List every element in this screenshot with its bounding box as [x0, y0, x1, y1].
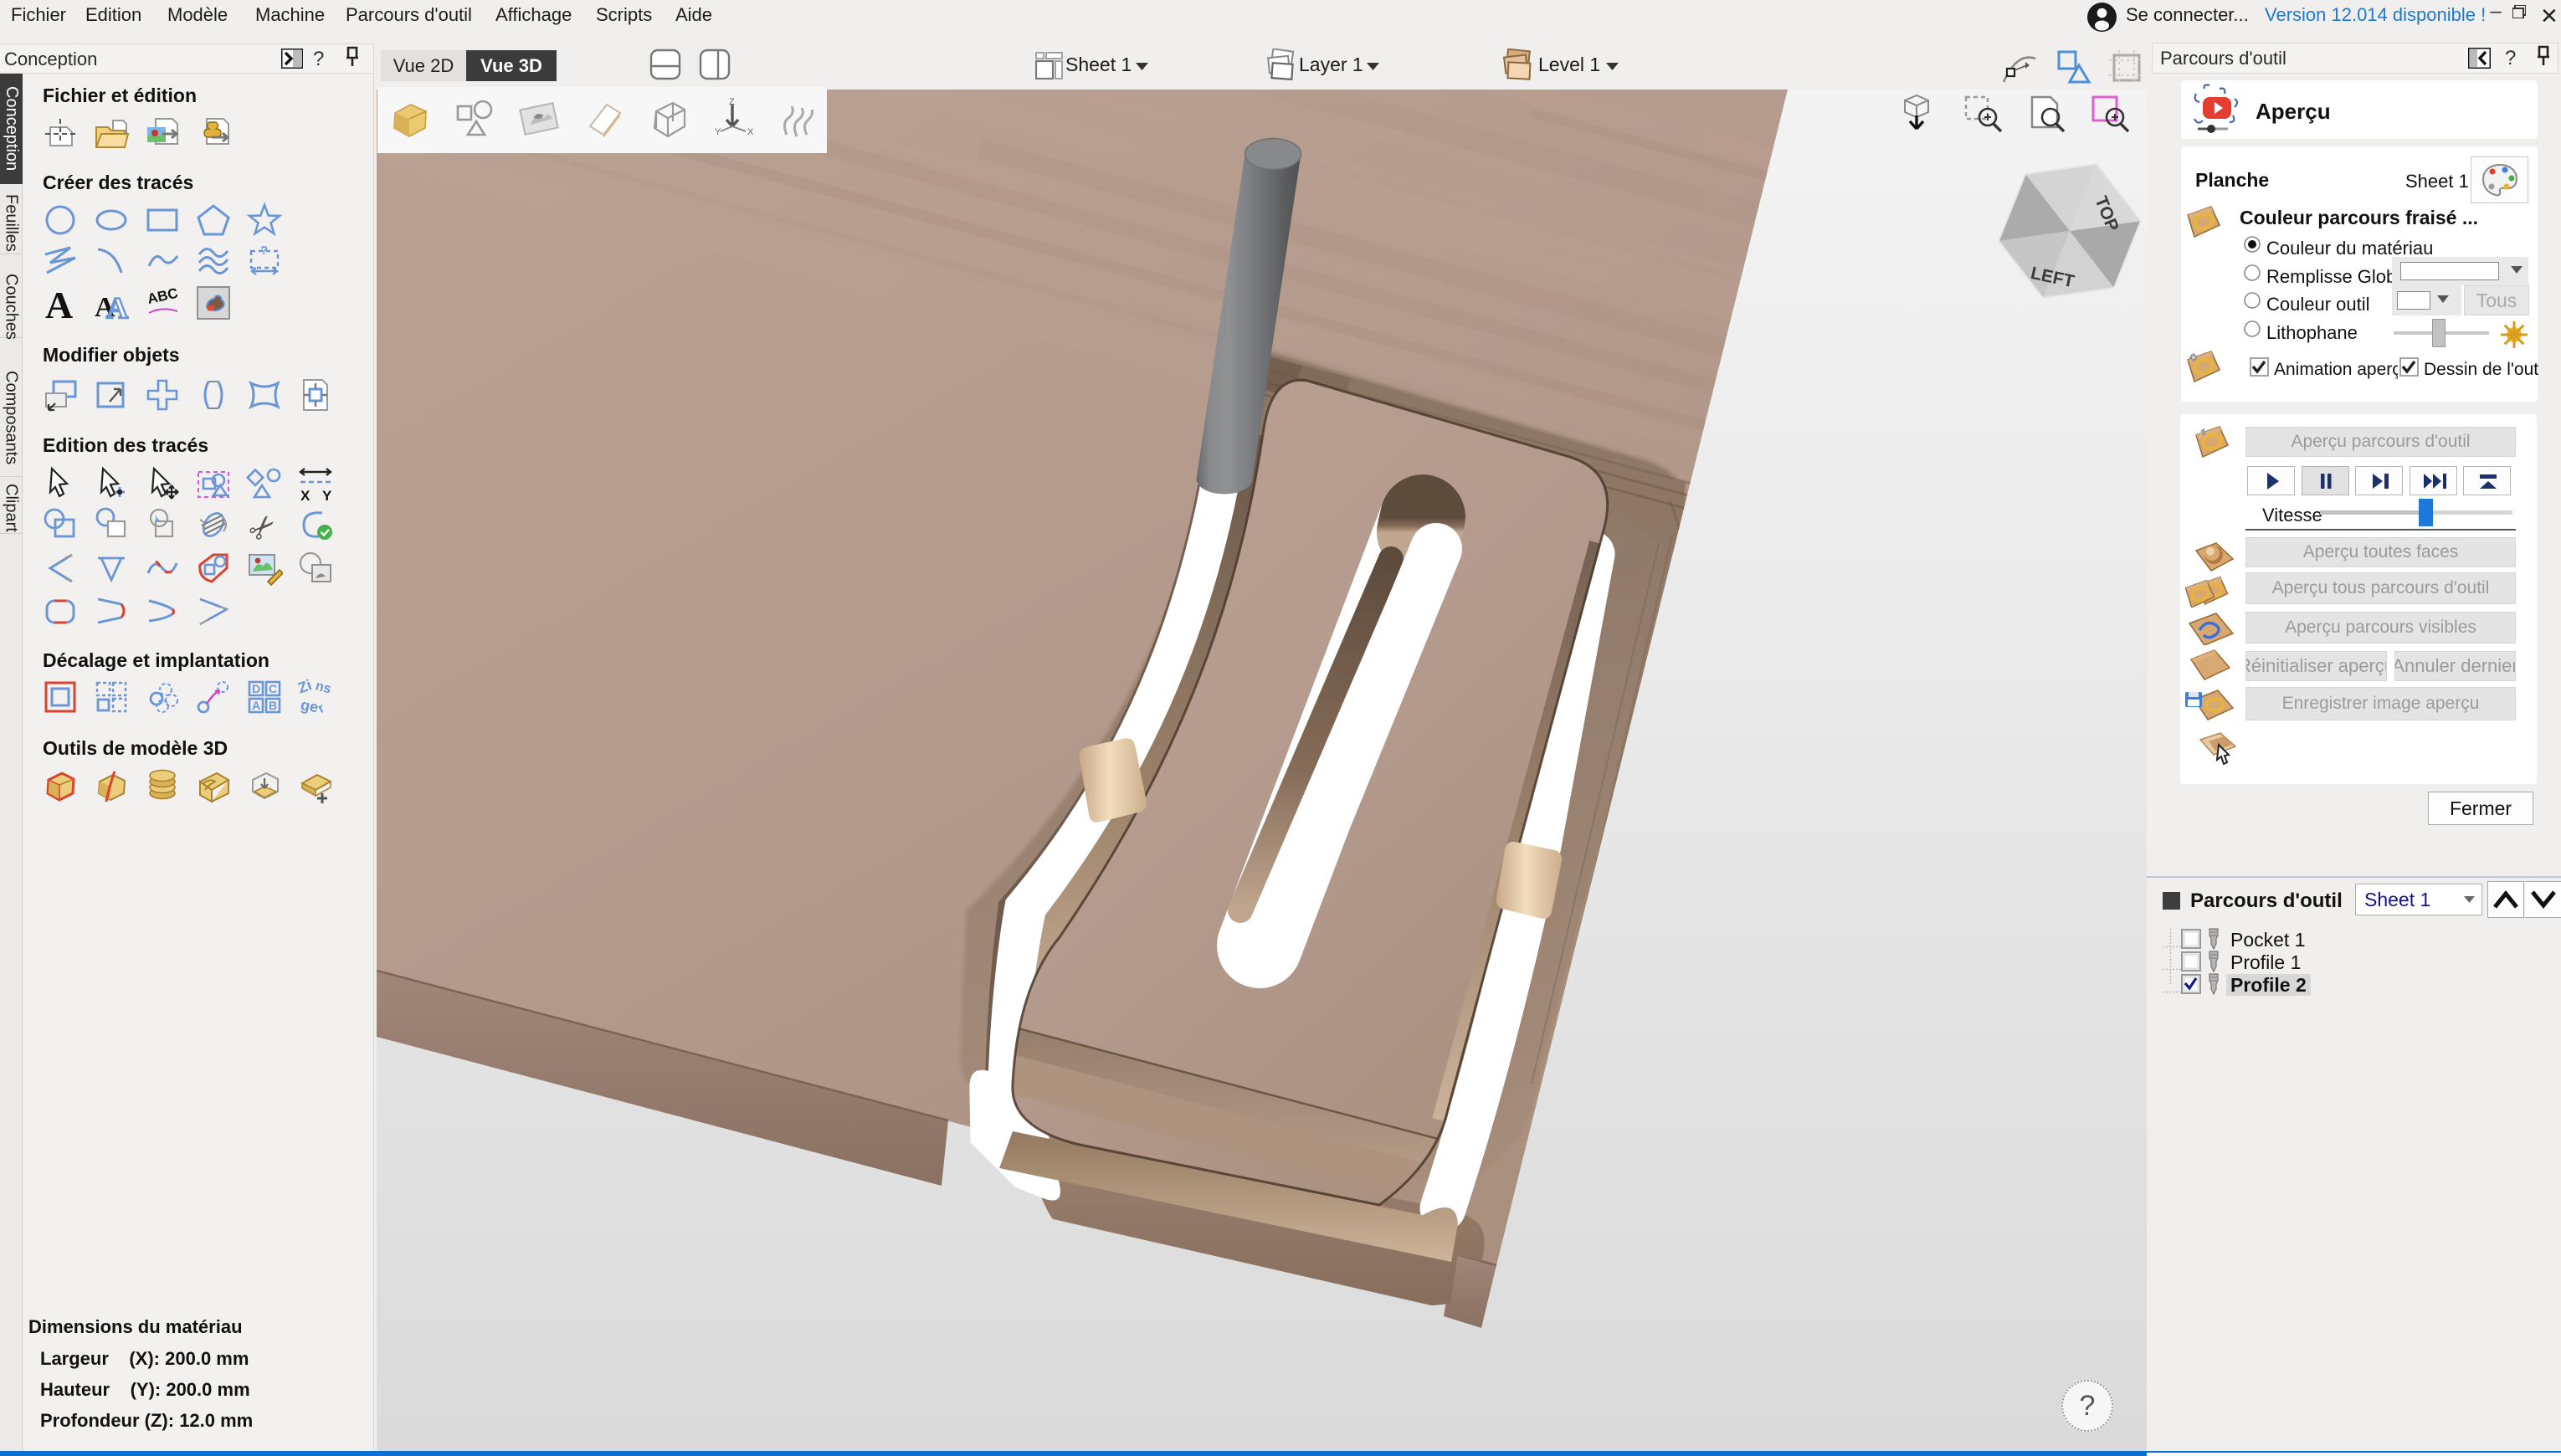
svg-text:C: C [269, 682, 277, 695]
svg-text:A: A [252, 699, 260, 712]
svg-text:Y: Y [715, 127, 721, 137]
svg-text:✂: ✂ [246, 506, 283, 543]
svg-text:ns: ns [314, 679, 333, 696]
svg-text:?: ? [260, 244, 268, 258]
svg-text:X: X [747, 127, 754, 137]
svg-text:Y: Y [322, 488, 332, 502]
svg-text:r: r [316, 701, 326, 715]
svg-text:ABC: ABC [146, 285, 179, 307]
svg-text:Z: Z [729, 98, 735, 107]
svg-text:A: A [45, 285, 73, 321]
svg-text:A: A [106, 291, 128, 321]
svg-text:D: D [252, 682, 260, 695]
svg-text:X: X [300, 488, 311, 502]
svg-text:B: B [269, 699, 277, 712]
svg-text:Zi: Zi [297, 679, 314, 697]
